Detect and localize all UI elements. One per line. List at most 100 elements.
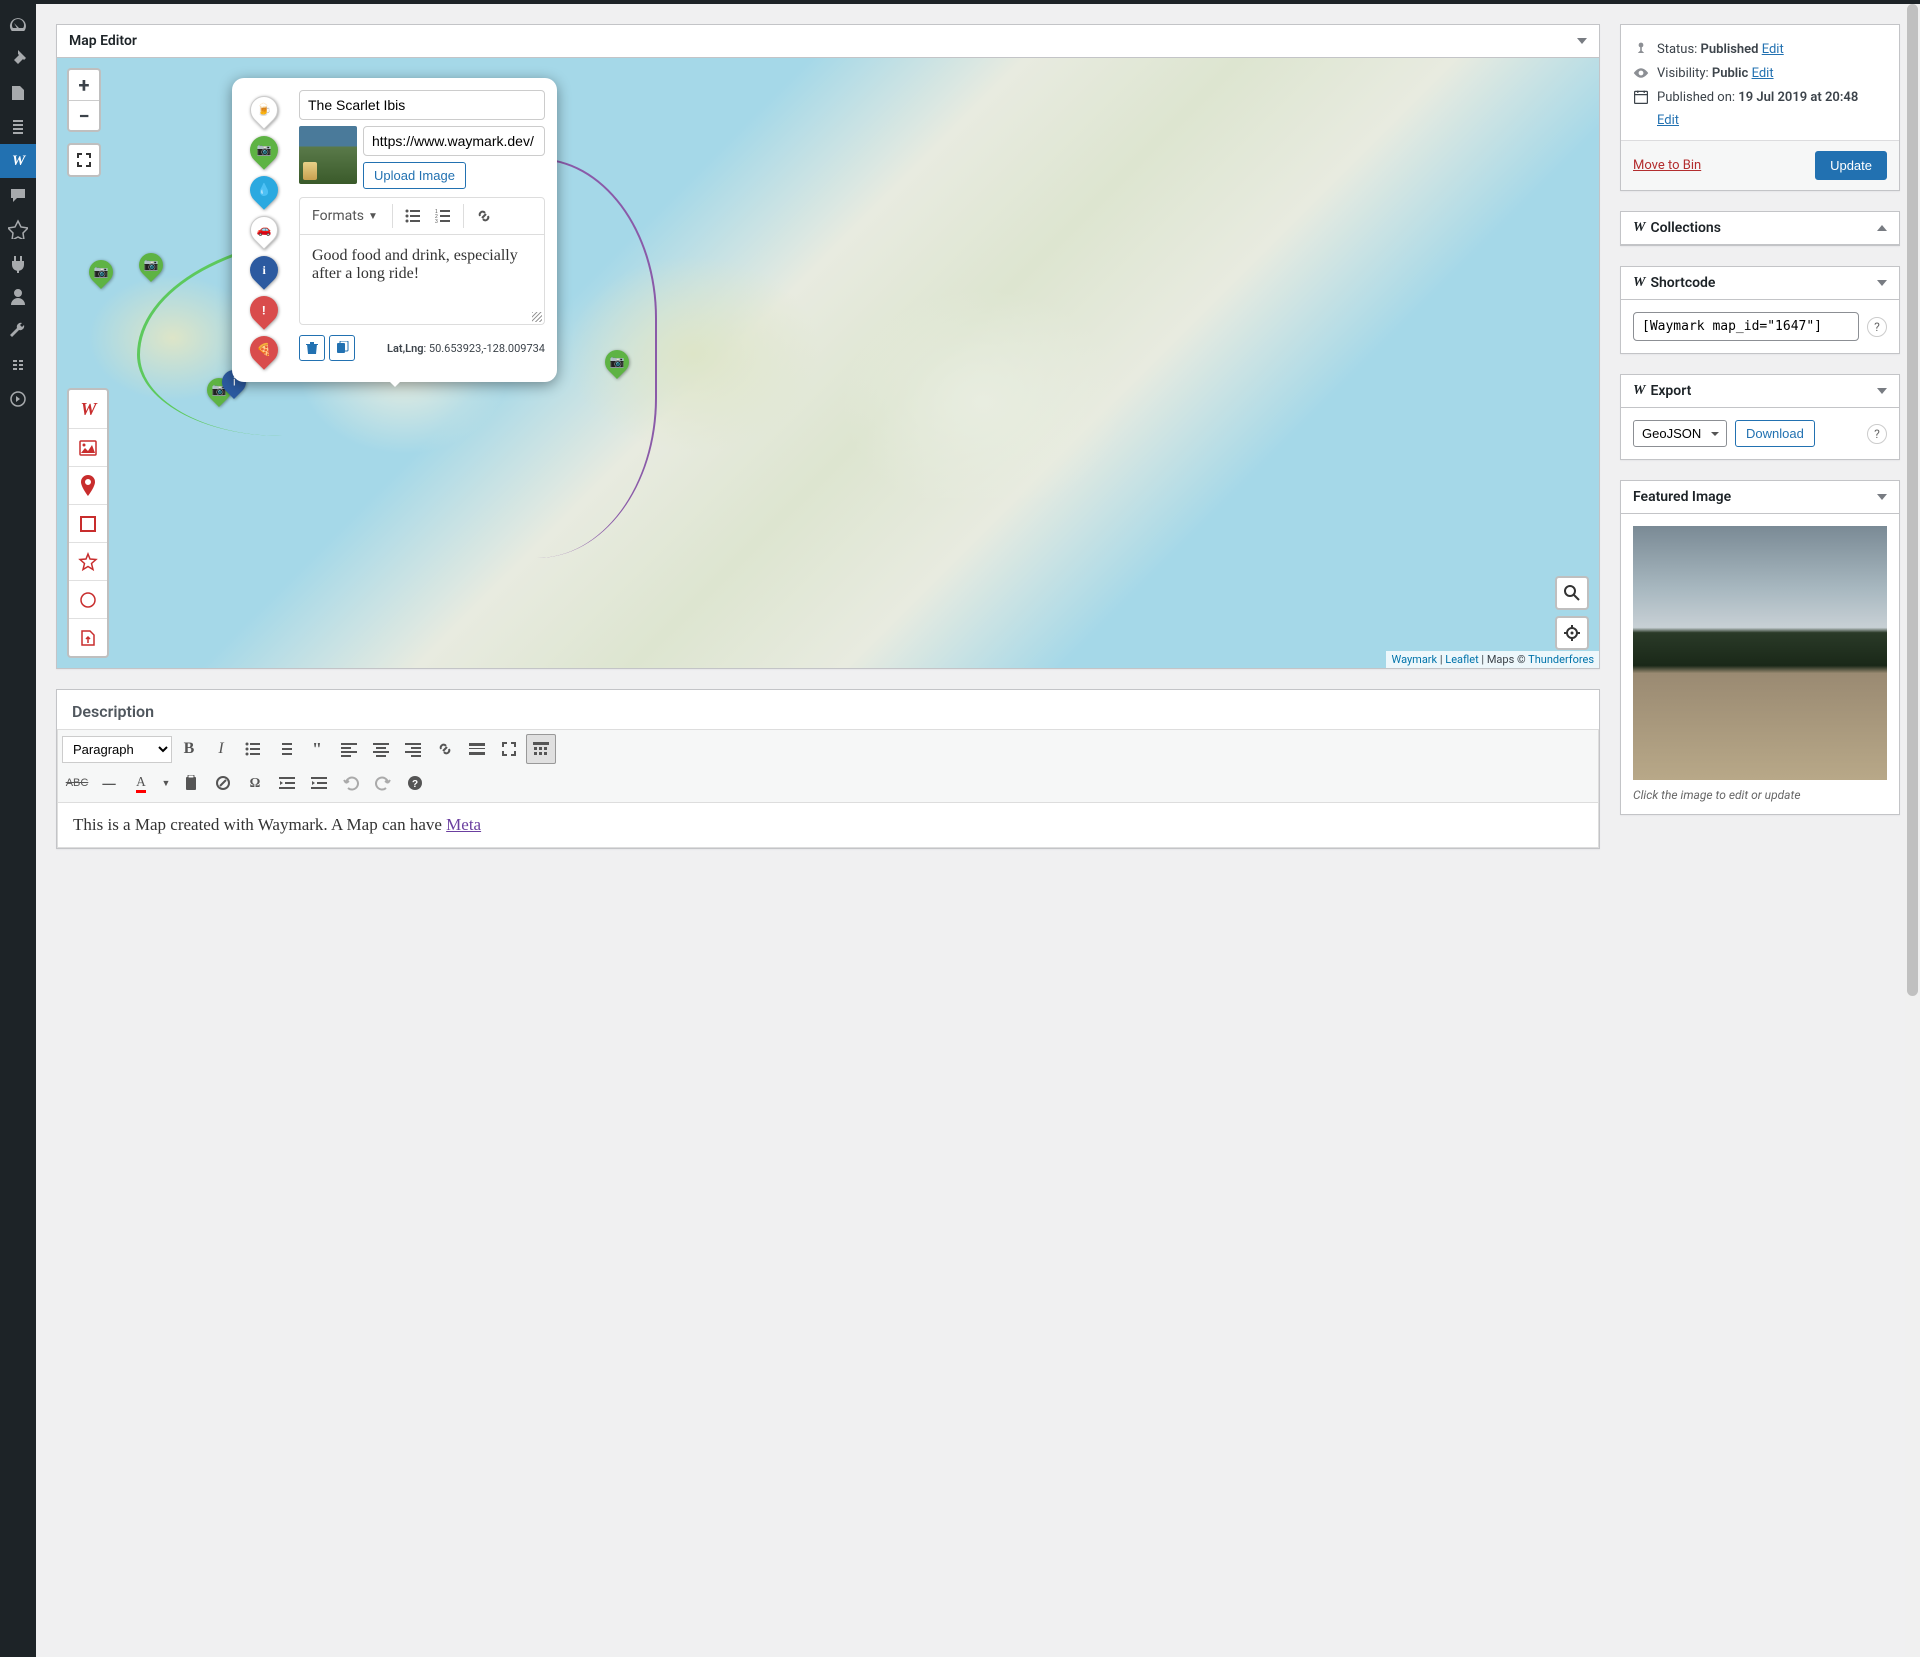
resize-handle[interactable]	[532, 312, 542, 322]
marker-description-editor[interactable]: Good food and drink, especially after a …	[299, 235, 545, 325]
edit-visibility-link[interactable]: Edit	[1752, 66, 1774, 81]
map-marker[interactable]: 📷	[139, 253, 163, 277]
bold-button[interactable]: B	[174, 734, 204, 764]
numbered-list-button[interactable]: 123	[429, 202, 457, 230]
calendar-icon	[1633, 89, 1649, 105]
shortcode-header[interactable]: W Shortcode	[1621, 267, 1899, 300]
outdent-button[interactable]	[272, 768, 302, 798]
move-to-bin-link[interactable]: Move to Bin	[1633, 158, 1701, 173]
edit-date-link[interactable]: Edit	[1657, 113, 1887, 128]
sidebar-pages[interactable]	[0, 110, 36, 144]
export-help-button[interactable]: ?	[1867, 424, 1887, 444]
sidebar-collapse[interactable]	[0, 382, 36, 416]
marker-type-photo[interactable]: 📷	[244, 130, 284, 170]
formats-dropdown[interactable]: Formats ▼	[304, 204, 386, 228]
link-button[interactable]	[470, 202, 498, 230]
map-search-button[interactable]	[1555, 576, 1589, 610]
align-left-button[interactable]	[334, 734, 364, 764]
admin-sidebar: W	[0, 0, 36, 1657]
map-locate-button[interactable]	[1555, 616, 1589, 650]
featured-image-header[interactable]: Featured Image	[1621, 481, 1899, 514]
marker-coordinates: Lat,Lng: 50.653923,-128.009734	[387, 342, 545, 355]
page-scrollbar[interactable]	[1905, 4, 1920, 1657]
featured-image[interactable]	[1633, 526, 1887, 780]
map-editor-header[interactable]: Map Editor	[57, 25, 1599, 58]
export-format-select[interactable]: GeoJSON	[1633, 420, 1727, 447]
featured-image-caption: Click the image to edit or update	[1633, 788, 1887, 802]
featured-image-panel: Featured Image Click the image to edit o…	[1620, 480, 1900, 815]
shortcode-input[interactable]	[1633, 312, 1859, 341]
map-marker[interactable]: 📷	[89, 260, 113, 284]
download-button[interactable]: Download	[1735, 420, 1815, 447]
marker-type-car[interactable]: 🚗	[244, 210, 284, 250]
hr-button[interactable]: —	[94, 768, 124, 798]
sidebar-comments[interactable]	[0, 178, 36, 212]
fullscreen-button[interactable]	[494, 734, 524, 764]
align-right-button[interactable]	[398, 734, 428, 764]
duplicate-marker-button[interactable]	[329, 335, 355, 361]
export-header[interactable]: W Export	[1621, 375, 1899, 408]
numbered-list-button[interactable]	[270, 734, 300, 764]
zoom-out-button[interactable]: −	[69, 100, 99, 130]
italic-button[interactable]: I	[206, 734, 236, 764]
update-button[interactable]: Update	[1815, 151, 1887, 180]
rectangle-tool[interactable]	[69, 504, 107, 542]
align-center-button[interactable]	[366, 734, 396, 764]
strikethrough-button[interactable]: ABC	[62, 768, 92, 798]
special-char-button[interactable]: Ω	[240, 768, 270, 798]
format-select[interactable]: Paragraph	[62, 736, 172, 763]
marker-type-food[interactable]: 🍕	[244, 330, 284, 370]
map-marker[interactable]: 📷	[605, 350, 629, 374]
bullet-list-button[interactable]	[399, 202, 427, 230]
sidebar-plugins[interactable]	[0, 246, 36, 280]
marker-image-url-input[interactable]	[363, 126, 545, 156]
sidebar-media[interactable]	[0, 76, 36, 110]
shortcode-help-button[interactable]: ?	[1867, 317, 1887, 337]
edit-status-link[interactable]: Edit	[1762, 42, 1784, 57]
text-color-button[interactable]: A	[126, 768, 156, 798]
attribution-leaflet-link[interactable]: Leaflet	[1445, 653, 1478, 666]
star-tool[interactable]	[69, 542, 107, 580]
text-color-dropdown[interactable]: ▼	[158, 768, 174, 798]
collections-header[interactable]: W Collections	[1621, 212, 1899, 245]
upload-image-button[interactable]: Upload Image	[363, 162, 466, 189]
sidebar-dashboard[interactable]	[0, 8, 36, 42]
marker-title-input[interactable]	[299, 90, 545, 120]
map-canvas[interactable]: 📷 📷 📷 i 📷 + − W	[57, 58, 1599, 668]
attribution-provider-link[interactable]: Thunderfores	[1528, 653, 1594, 666]
toolbar-toggle-button[interactable]	[526, 734, 556, 764]
redo-button[interactable]	[368, 768, 398, 798]
marker-image-thumbnail[interactable]	[299, 126, 357, 184]
bullet-list-button[interactable]	[238, 734, 268, 764]
marker-type-water[interactable]: 💧	[244, 170, 284, 210]
readmore-button[interactable]	[462, 734, 492, 764]
indent-button[interactable]	[304, 768, 334, 798]
marker-type-info[interactable]: i	[244, 250, 284, 290]
sidebar-tools[interactable]	[0, 314, 36, 348]
delete-marker-button[interactable]	[299, 335, 325, 361]
collections-panel: W Collections	[1620, 211, 1900, 246]
help-button[interactable]: ?	[400, 768, 430, 798]
clear-formatting-button[interactable]	[208, 768, 238, 798]
sidebar-posts[interactable]	[0, 42, 36, 76]
attribution-waymark-link[interactable]: Waymark	[1391, 653, 1437, 666]
marker-tool[interactable]	[69, 466, 107, 504]
image-tool[interactable]	[69, 428, 107, 466]
sidebar-waymark[interactable]: W	[0, 144, 36, 178]
paste-text-button[interactable]	[176, 768, 206, 798]
upload-tool[interactable]	[69, 618, 107, 656]
undo-button[interactable]	[336, 768, 366, 798]
waymark-tool[interactable]: W	[69, 390, 107, 428]
sidebar-appearance[interactable]	[0, 212, 36, 246]
quote-button[interactable]: "	[302, 734, 332, 764]
marker-type-alert[interactable]: !	[244, 290, 284, 330]
link-button[interactable]	[430, 734, 460, 764]
sidebar-settings[interactable]	[0, 348, 36, 382]
circle-tool[interactable]	[69, 580, 107, 618]
description-editor[interactable]: This is a Map created with Waymark. A Ma…	[57, 803, 1599, 848]
marker-type-pub[interactable]: 🍺	[244, 90, 284, 130]
fullscreen-button[interactable]	[67, 143, 101, 177]
zoom-in-button[interactable]: +	[69, 70, 99, 100]
meta-link[interactable]: Meta	[446, 815, 481, 834]
sidebar-users[interactable]	[0, 280, 36, 314]
